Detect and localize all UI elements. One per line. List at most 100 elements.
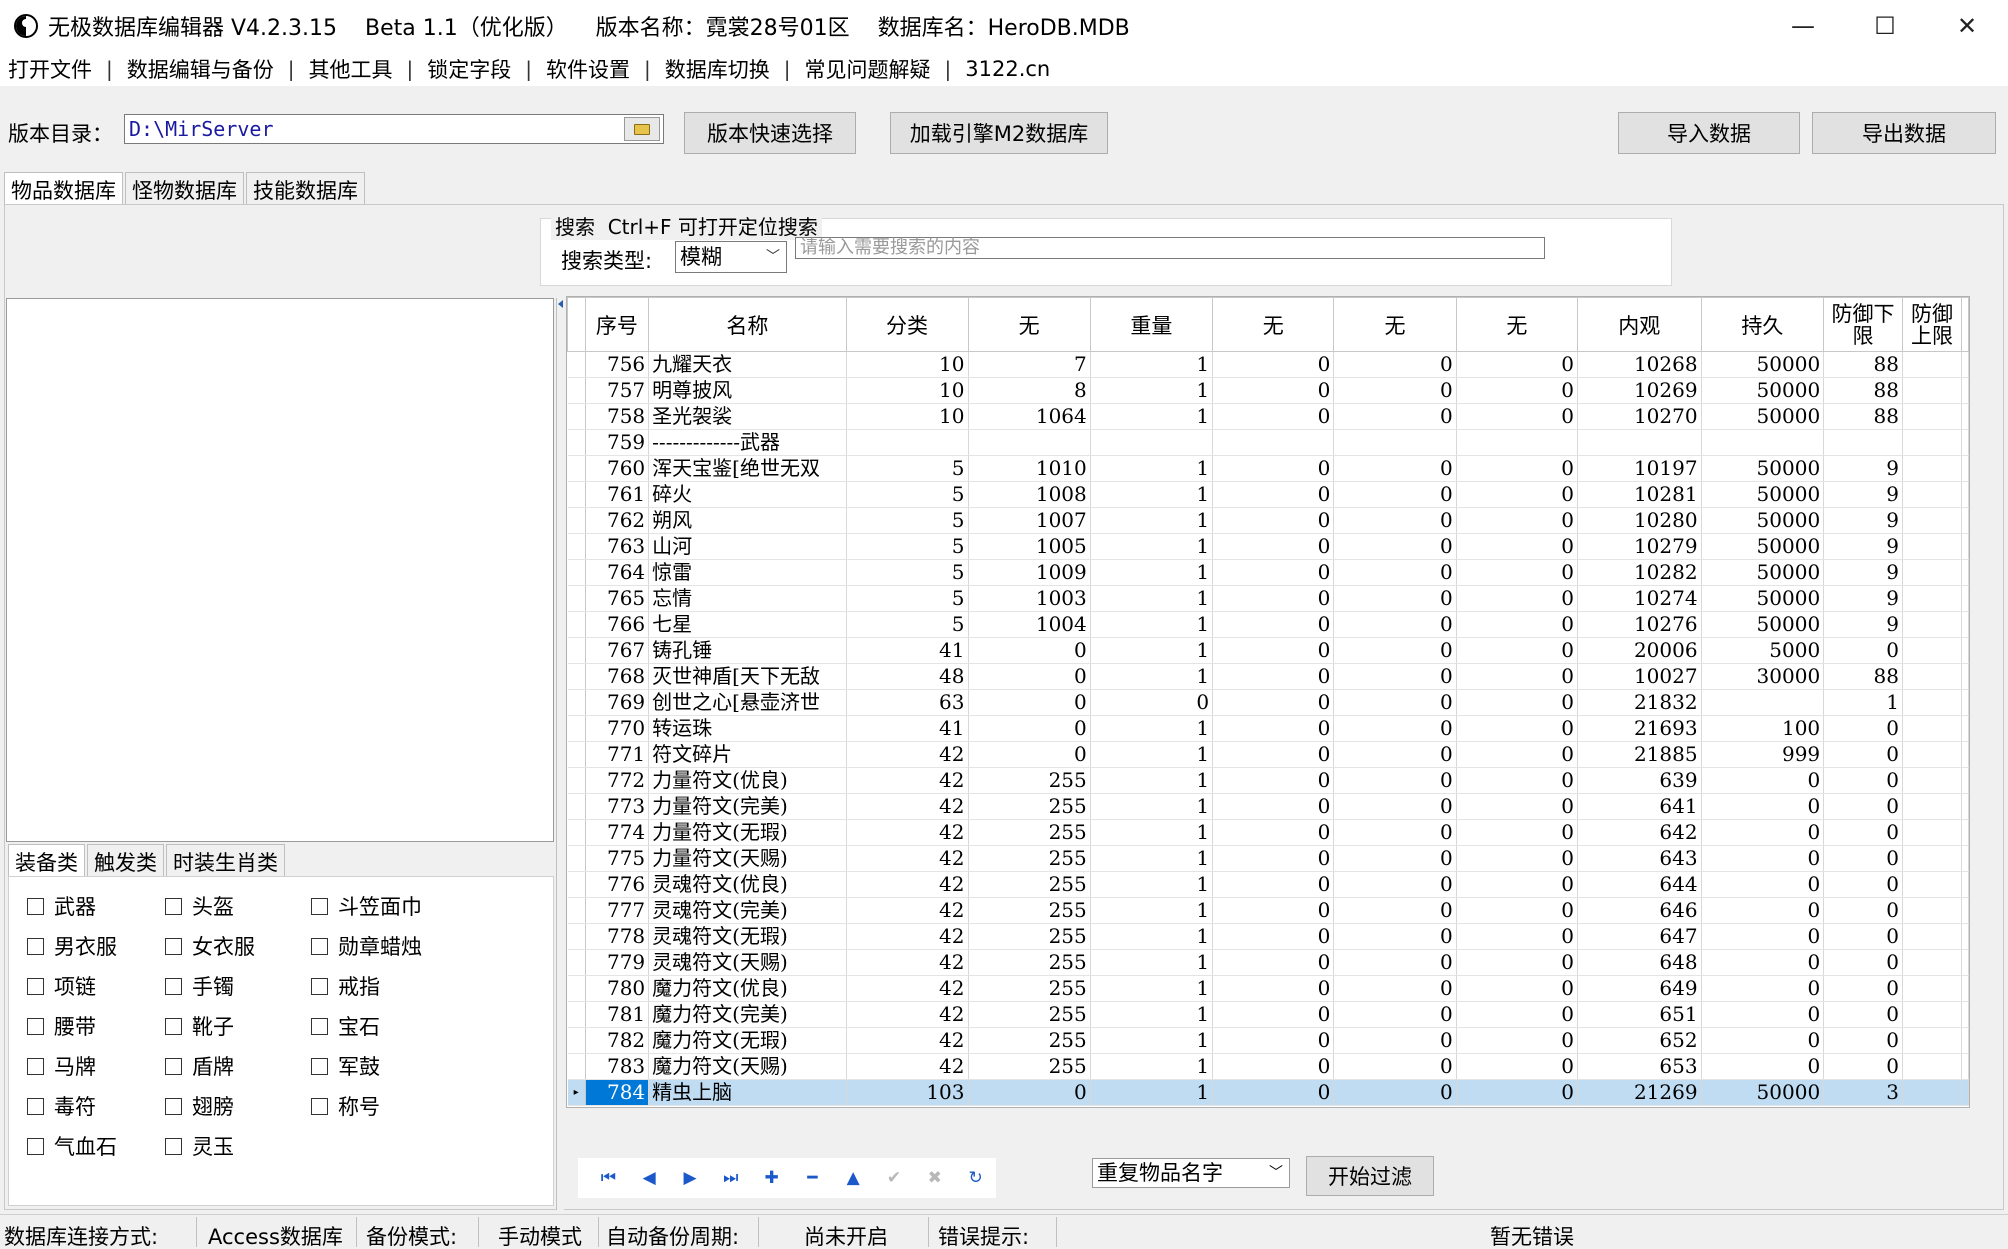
table-cell[interactable]: 1009 xyxy=(968,559,1091,586)
table-cell[interactable] xyxy=(968,429,1091,456)
table-cell[interactable]: 0 xyxy=(1823,819,1903,846)
table-cell[interactable]: 50000 xyxy=(1701,455,1825,482)
table-cell[interactable]: 255 xyxy=(968,793,1091,820)
table-cell[interactable]: 0 xyxy=(1823,975,1903,1002)
table-cell[interactable]: 1 xyxy=(1090,377,1214,404)
table-cell[interactable] xyxy=(1902,845,1963,872)
table-cell[interactable]: 255 xyxy=(968,949,1091,976)
table-cell[interactable]: 0 xyxy=(1456,663,1579,690)
table-cell[interactable]: 1 xyxy=(1090,975,1214,1002)
table-cell[interactable]: 0 xyxy=(1212,377,1335,404)
table-cell[interactable]: 0 xyxy=(1212,481,1335,508)
checkbox-box[interactable] xyxy=(27,937,44,955)
table-cell[interactable]: 42 xyxy=(846,871,969,898)
table-row[interactable]: 770 转运珠 41 0 1 0 0 0 21693 100 0 xyxy=(567,715,1969,742)
table-cell[interactable]: 0 xyxy=(1333,559,1457,586)
table-cell[interactable]: 757 xyxy=(585,377,650,404)
table-cell[interactable] xyxy=(1902,377,1963,404)
table-cell[interactable]: 0 xyxy=(968,689,1091,716)
table-cell[interactable]: 0 xyxy=(1333,845,1457,872)
table-cell[interactable]: 精虫上脑 xyxy=(648,1079,847,1106)
table-cell[interactable]: 0 xyxy=(1212,1027,1335,1054)
table-cell[interactable] xyxy=(1701,429,1825,456)
table-cell[interactable]: 648 xyxy=(1577,949,1702,976)
table-cell[interactable]: 1 xyxy=(1090,403,1214,430)
table-cell[interactable]: 1005 xyxy=(968,533,1091,560)
browse-folder-button[interactable] xyxy=(624,117,660,141)
table-cell[interactable]: 760 xyxy=(585,455,650,482)
table-cell[interactable]: 1 xyxy=(1090,1001,1214,1028)
table-row[interactable]: 768 灭世神盾[天下无敌 48 0 1 0 0 0 10027 30000 88 xyxy=(567,663,1969,690)
table-cell[interactable]: 七星 xyxy=(648,611,847,638)
row-indicator[interactable] xyxy=(567,377,586,404)
table-cell[interactable]: 0 xyxy=(1456,507,1579,534)
row-indicator[interactable] xyxy=(567,845,586,872)
table-cell[interactable]: 649 xyxy=(1577,975,1702,1002)
table-cell[interactable]: 780 xyxy=(585,975,650,1002)
table-cell[interactable]: 0 xyxy=(1456,793,1579,820)
table-cell[interactable]: 0 xyxy=(1701,1053,1825,1080)
table-cell[interactable]: 782 xyxy=(585,1027,650,1054)
table-cell[interactable]: 1 xyxy=(1090,845,1214,872)
table-cell[interactable]: 0 xyxy=(968,637,1091,664)
table-cell[interactable]: 0 xyxy=(1212,689,1335,716)
checkbox-box[interactable] xyxy=(27,897,44,915)
table-cell[interactable]: 0 xyxy=(1456,1001,1579,1028)
table-cell[interactable]: 0 xyxy=(1456,689,1579,716)
table-cell[interactable]: 42 xyxy=(846,741,969,768)
table-cell[interactable]: 8 xyxy=(968,377,1091,404)
table-cell[interactable]: 浑天宝鉴[绝世无双 xyxy=(648,455,847,482)
table-cell[interactable]: 7 xyxy=(968,351,1091,378)
table-cell[interactable]: 3 xyxy=(1823,1079,1903,1106)
category-checkbox[interactable]: 靴子 xyxy=(165,1011,234,1041)
table-cell[interactable]: 0 xyxy=(1333,871,1457,898)
table-cell[interactable]: 9 xyxy=(1823,559,1903,586)
menu-item-2[interactable]: 其他工具 xyxy=(309,54,393,84)
table-cell[interactable]: 明尊披风 xyxy=(648,377,847,404)
table-cell[interactable]: 0 xyxy=(1333,637,1457,664)
table-cell[interactable]: 255 xyxy=(968,897,1091,924)
table-cell[interactable]: 10 xyxy=(846,403,969,430)
cancel-record-icon[interactable]: ✖ xyxy=(914,1158,955,1198)
table-cell[interactable]: 0 xyxy=(1456,637,1579,664)
category-checkbox[interactable]: 翅膀 xyxy=(165,1091,234,1121)
table-cell[interactable]: 0 xyxy=(1212,1079,1335,1106)
table-cell[interactable]: 1 xyxy=(1090,949,1214,976)
table-cell[interactable] xyxy=(1902,481,1963,508)
table-cell[interactable]: 762 xyxy=(585,507,650,534)
table-cell[interactable]: 50000 xyxy=(1701,559,1825,586)
table-cell[interactable]: 255 xyxy=(968,819,1091,846)
filter-type-select[interactable]: 重复物品名字 ﹀ xyxy=(1092,1158,1290,1188)
table-cell[interactable] xyxy=(1902,1079,1963,1106)
table-row[interactable]: 758 圣光袈裟 10 1064 1 0 0 0 10270 50000 88 xyxy=(567,403,1969,430)
table-cell[interactable]: 0 xyxy=(1456,611,1579,638)
table-cell[interactable]: 0 xyxy=(968,1079,1091,1106)
table-cell[interactable]: 1 xyxy=(1090,1079,1214,1106)
table-cell[interactable]: 1 xyxy=(1090,897,1214,924)
column-header[interactable]: 序号 xyxy=(584,297,650,352)
table-cell[interactable]: 30000 xyxy=(1701,663,1825,690)
table-cell[interactable]: 763 xyxy=(585,533,650,560)
table-row[interactable]: 773 力量符文(完美) 42 255 1 0 0 0 641 0 0 xyxy=(567,793,1969,820)
checkbox-box[interactable] xyxy=(165,1137,182,1155)
table-cell[interactable]: 0 xyxy=(1701,819,1825,846)
table-cell[interactable]: 756 xyxy=(585,351,650,378)
table-cell[interactable]: 0 xyxy=(1333,819,1457,846)
table-cell[interactable]: 50000 xyxy=(1701,507,1825,534)
table-cell[interactable]: 770 xyxy=(585,715,650,742)
tab-item-db[interactable]: 物品数据库 xyxy=(4,172,123,204)
table-cell[interactable]: 1 xyxy=(1090,481,1214,508)
row-indicator[interactable] xyxy=(567,715,586,742)
checkbox-box[interactable] xyxy=(311,1057,328,1075)
table-cell[interactable]: 1 xyxy=(1090,611,1214,638)
table-cell[interactable]: 10279 xyxy=(1577,533,1702,560)
column-header[interactable]: 重量 xyxy=(1089,297,1214,352)
table-cell[interactable]: 0 xyxy=(1212,819,1335,846)
table-row[interactable]: 776 灵魂符文(优良) 42 255 1 0 0 0 644 0 0 xyxy=(567,871,1969,898)
category-checkbox[interactable]: 灵玉 xyxy=(165,1131,234,1161)
category-checkbox[interactable]: 头盔 xyxy=(165,891,234,921)
table-cell[interactable]: 0 xyxy=(1333,1001,1457,1028)
table-cell[interactable]: 0 xyxy=(1823,767,1903,794)
table-cell[interactable]: 88 xyxy=(1823,403,1903,430)
table-cell[interactable]: 0 xyxy=(1456,1053,1579,1080)
